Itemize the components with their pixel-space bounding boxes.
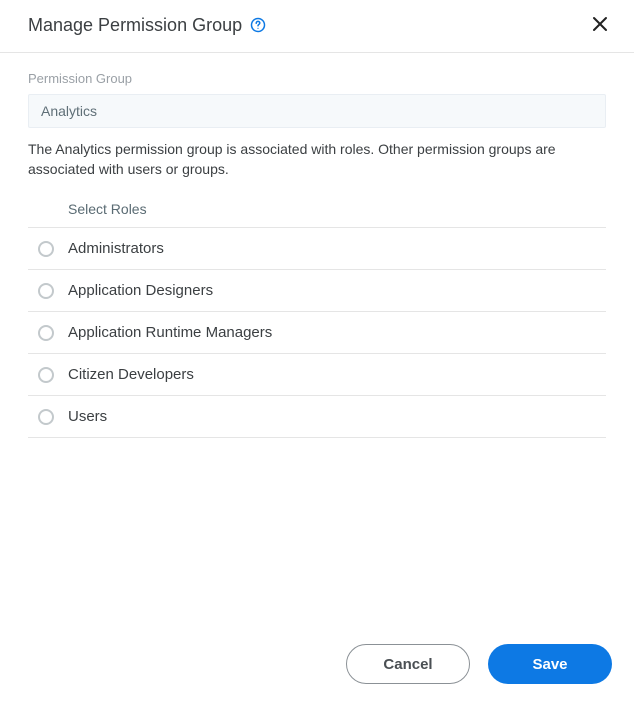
role-label: Citizen Developers	[68, 366, 194, 383]
close-button[interactable]	[588, 10, 612, 40]
role-item-application-designers[interactable]: Application Designers	[28, 270, 606, 312]
radio-icon	[38, 409, 54, 425]
permission-group-label: Permission Group	[28, 71, 606, 86]
modal-footer: Cancel Save	[0, 626, 634, 704]
radio-icon	[38, 325, 54, 341]
radio-icon	[38, 367, 54, 383]
modal-body: Permission Group The Analytics permissio…	[0, 53, 634, 626]
modal-header: Manage Permission Group	[0, 0, 634, 53]
close-icon	[592, 12, 608, 37]
radio-icon	[38, 283, 54, 299]
radio-icon	[38, 241, 54, 257]
help-icon[interactable]	[250, 17, 266, 33]
role-label: Administrators	[68, 240, 164, 257]
role-label: Application Runtime Managers	[68, 324, 272, 341]
modal-title-row: Manage Permission Group	[28, 15, 266, 36]
permission-group-input[interactable]	[28, 94, 606, 128]
role-item-administrators[interactable]: Administrators	[28, 228, 606, 270]
select-roles-label: Select Roles	[28, 201, 606, 217]
role-list: Administrators Application Designers App…	[28, 227, 606, 438]
role-item-citizen-developers[interactable]: Citizen Developers	[28, 354, 606, 396]
cancel-button[interactable]: Cancel	[346, 644, 470, 684]
save-button[interactable]: Save	[488, 644, 612, 684]
permission-group-description: The Analytics permission group is associ…	[28, 140, 606, 179]
role-item-application-runtime-managers[interactable]: Application Runtime Managers	[28, 312, 606, 354]
role-label: Application Designers	[68, 282, 213, 299]
role-label: Users	[68, 408, 107, 425]
modal-title: Manage Permission Group	[28, 15, 242, 36]
role-item-users[interactable]: Users	[28, 396, 606, 438]
